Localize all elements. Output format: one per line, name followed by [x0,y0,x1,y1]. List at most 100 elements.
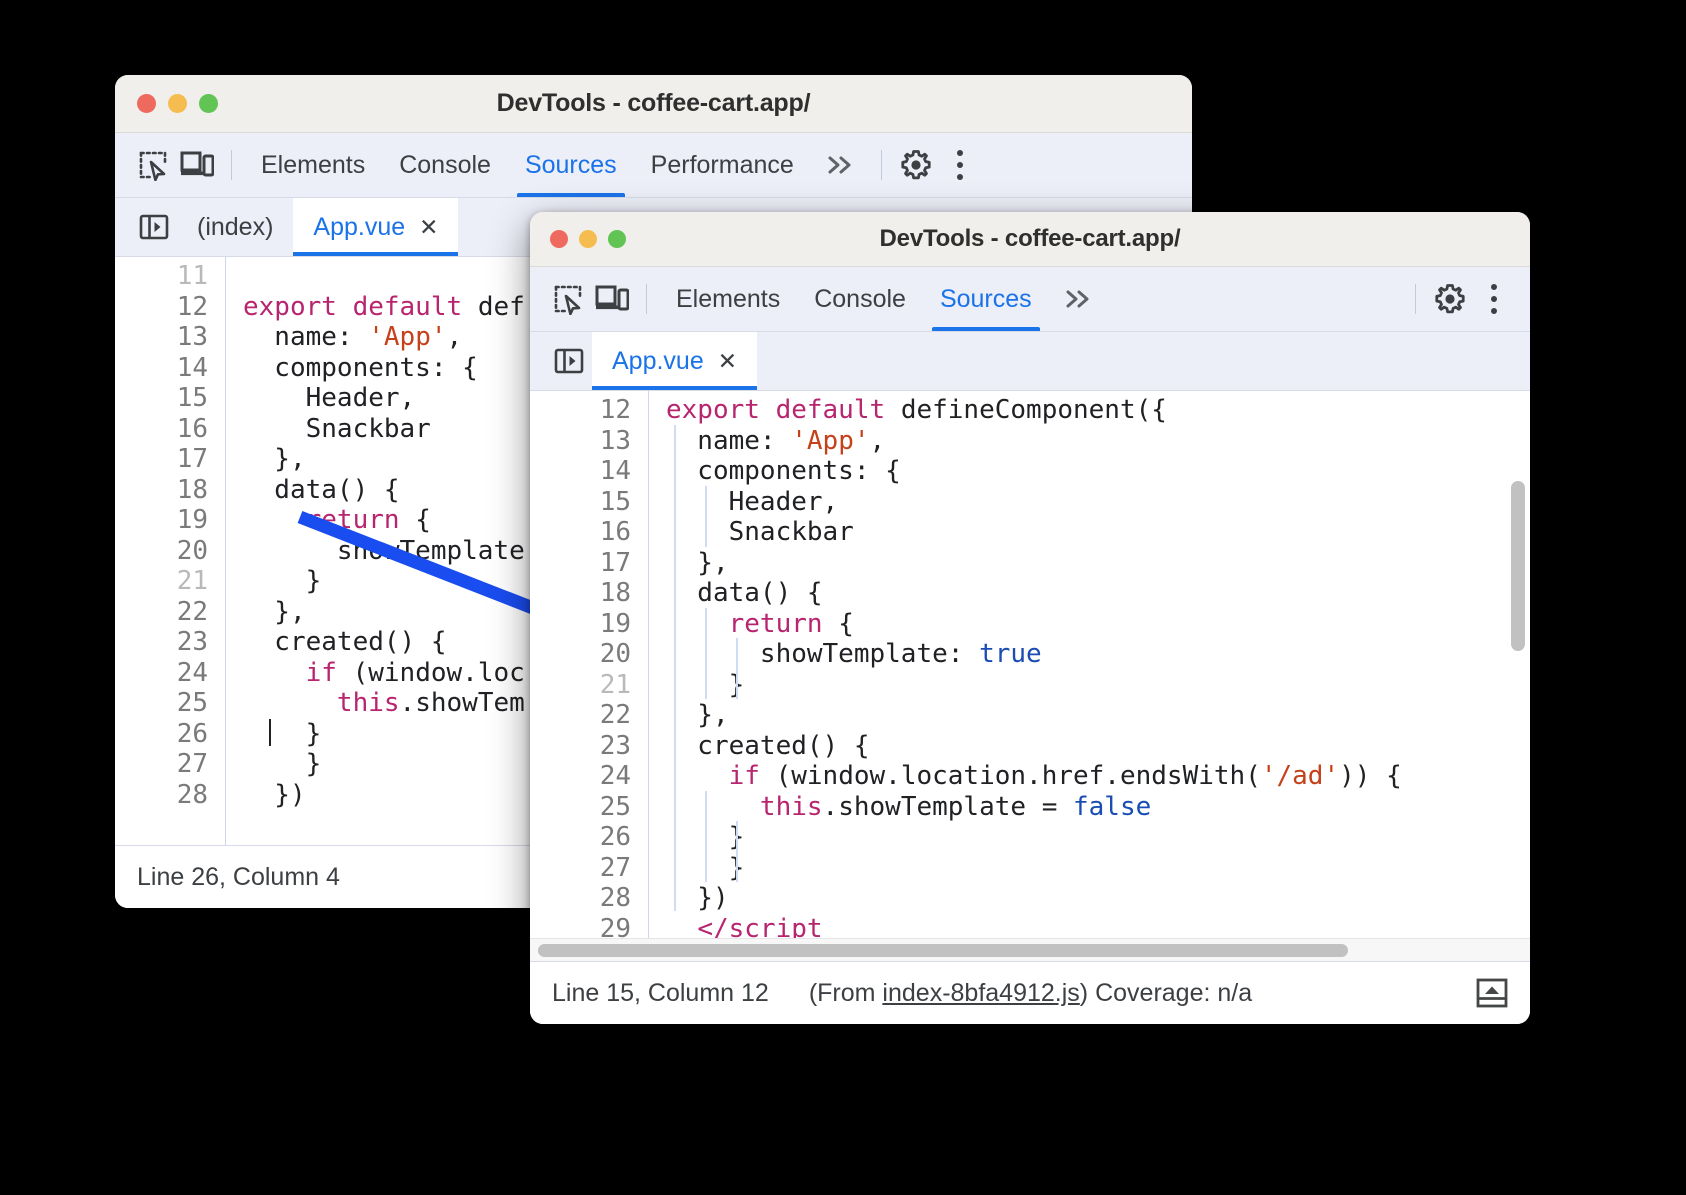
close-icon[interactable]: ✕ [718,350,737,373]
code-token: return [729,609,823,639]
code-token: components: { [666,456,901,486]
more-panels-icon[interactable] [811,153,869,177]
file-tab-app-vue[interactable]: App.vue ✕ [592,332,757,390]
indent-guide [705,791,707,882]
code-line: Snackbar [666,517,1530,548]
code-token: { [400,505,431,535]
code-token: 'App' [368,322,446,352]
zoom-window-button[interactable] [608,230,626,248]
coverage-label: Coverage: n/a [1095,979,1252,1007]
traffic-light-buttons[interactable] [550,230,626,248]
file-tab-label: App.vue [313,213,405,242]
tab-elements[interactable]: Elements [244,133,382,197]
pretty-print-icon[interactable] [1472,973,1512,1013]
device-toolbar-icon[interactable] [590,277,634,321]
file-tab-app-vue[interactable]: App.vue ✕ [293,198,458,256]
line-number: 27 [530,853,648,884]
line-number: 28 [115,780,225,811]
kebab-menu-icon[interactable] [938,143,982,187]
line-number: 21 [530,670,648,701]
code-token: name: [243,322,368,352]
code-token: defineComponent({ [901,395,1167,425]
panel-tab-list: Elements Console Sources Performance [244,133,811,197]
more-panels-icon[interactable] [1049,287,1107,311]
tab-console[interactable]: Console [382,133,508,197]
close-icon[interactable]: ✕ [419,216,438,239]
line-number: 19 [115,505,225,536]
horizontal-scrollbar-thumb[interactable] [538,944,1348,957]
code-line: export default defineComponent({ [666,395,1530,426]
from-prefix: (From [809,979,883,1007]
line-number: 11 [115,261,225,292]
editor-status-bar: Line 15, Column 12 (From index-8bfa4912.… [530,961,1530,1024]
zoom-window-button[interactable] [199,94,218,113]
line-number: 16 [530,517,648,548]
tab-sources[interactable]: Sources [508,133,634,197]
line-number: 12 [115,292,225,323]
kebab-menu-icon[interactable] [1472,277,1516,321]
line-number: 21 [115,566,225,597]
code-line: }, [666,700,1530,731]
code-token: true [979,639,1042,669]
code-token: data() { [243,475,400,505]
line-number: 15 [530,487,648,518]
devtools-main-toolbar: Elements Console Sources [530,267,1530,332]
traffic-light-buttons[interactable] [137,94,218,113]
inspect-element-icon[interactable] [546,277,590,321]
line-number: 28 [530,883,648,914]
toolbar-divider-right [881,150,882,180]
vertical-scrollbar[interactable] [1511,481,1525,651]
inspect-element-icon[interactable] [131,143,175,187]
code-line: name: 'App', [666,426,1530,457]
indent-guide [736,821,738,882]
source-map-link[interactable]: index-8bfa4912.js [882,979,1079,1007]
line-number: 25 [115,688,225,719]
close-window-button[interactable] [137,94,156,113]
panel-tab-list: Elements Console Sources [659,267,1049,331]
devtools-main-toolbar: Elements Console Sources Performance [115,133,1192,198]
line-number: 27 [115,749,225,780]
indent-guide [705,486,707,547]
device-toolbar-icon[interactable] [175,143,219,187]
minimize-window-button[interactable] [168,94,187,113]
line-number: 18 [530,578,648,609]
code-line: if (window.location.href.endsWith('/ad')… [666,761,1530,792]
gear-icon[interactable] [1428,277,1472,321]
tab-sources[interactable]: Sources [923,267,1049,331]
code-line: } [666,670,1530,701]
code-token: , [447,322,463,352]
tab-console[interactable]: Console [797,267,923,331]
line-number: 26 [530,822,648,853]
line-number: 22 [115,597,225,628]
line-number: 22 [530,700,648,731]
line-number: 23 [530,731,648,762]
code-token [243,658,306,688]
code-token: }) [243,780,306,810]
line-number: 23 [115,627,225,658]
tab-performance[interactable]: Performance [634,133,811,197]
window-titlebar[interactable]: DevTools - coffee-cart.app/ [115,75,1192,133]
minimize-window-button[interactable] [579,230,597,248]
code-token: if [306,658,337,688]
window-title: DevTools - coffee-cart.app/ [530,225,1530,253]
code-editor[interactable]: 121314151617181920212223242526272829 exp… [530,391,1530,961]
file-tab-index[interactable]: (index) [177,198,293,256]
line-number: 24 [115,658,225,689]
code-token: )) { [1339,761,1402,791]
code-token: this [760,792,823,822]
tab-elements[interactable]: Elements [659,267,797,331]
window-titlebar[interactable]: DevTools - coffee-cart.app/ [530,212,1530,267]
line-number-gutter: 111213141516171819202122232425262728 [115,257,226,845]
horizontal-scrollbar-track[interactable] [530,938,1530,961]
line-number: 15 [115,383,225,414]
devtools-window-front[interactable]: DevTools - coffee-cart.app/ Elements Con… [530,212,1530,1024]
show-navigator-icon[interactable] [546,332,592,390]
code-token [243,688,337,718]
line-number: 12 [530,395,648,426]
gear-icon[interactable] [894,143,938,187]
show-navigator-icon[interactable] [131,198,177,256]
code-token: (window.loc [337,658,525,688]
close-window-button[interactable] [550,230,568,248]
code-content[interactable]: export default defineComponent({ name: '… [649,391,1530,961]
line-number: 13 [115,322,225,353]
